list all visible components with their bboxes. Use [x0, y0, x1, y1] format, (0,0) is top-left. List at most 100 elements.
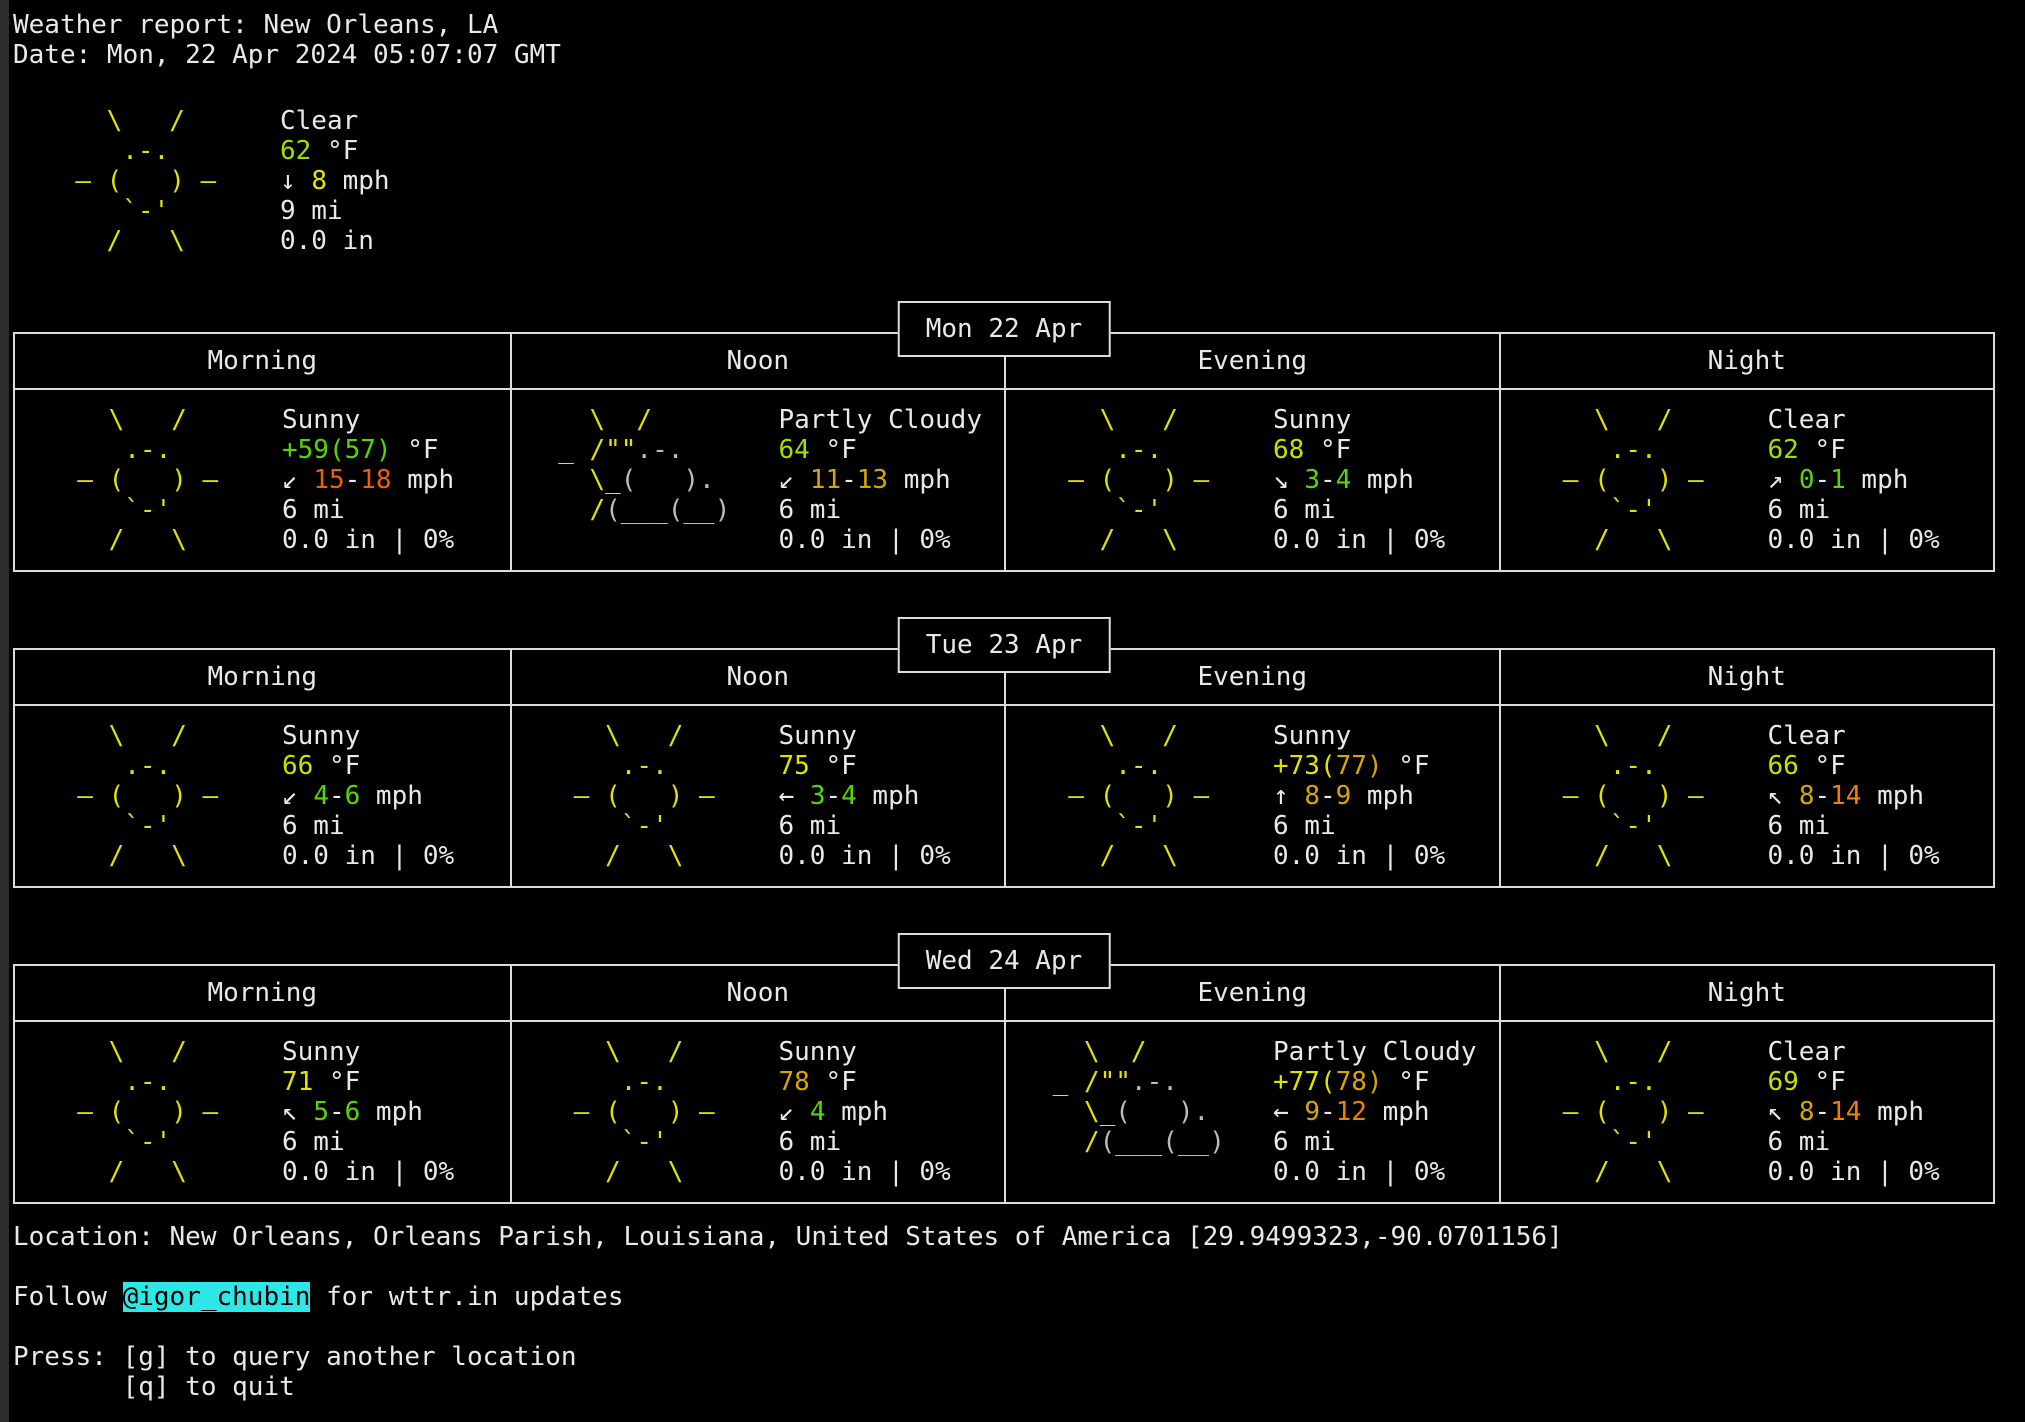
text-segment: / \ [1532, 841, 1673, 871]
tue-23-apr-night-line-0: Clear [1768, 721, 1940, 751]
text-segment: +73( [1273, 751, 1336, 781]
text-segment: ↙ [282, 781, 313, 811]
text-segment: °F [1799, 751, 1846, 781]
wed-24-apr-morning-line-3: 6 mi [282, 1127, 454, 1157]
text-segment: Partly Cloudy [779, 405, 983, 435]
text-segment: Sunny [282, 721, 360, 751]
text-segment: / \ [46, 1157, 187, 1187]
text-segment: 4 [841, 781, 857, 811]
text-segment: mph [888, 465, 951, 495]
text-segment: (___(__) [1100, 1127, 1225, 1157]
text-segment: ― ( ) ― [1037, 781, 1209, 811]
text-segment: .-. [543, 751, 668, 781]
text-segment: - [1320, 1097, 1336, 1127]
forecast-table: MorningNoonEveningNight \ / .-. ― ( ) ― … [13, 964, 1995, 1204]
text-segment: 1 [1830, 465, 1846, 495]
text-segment: ― ( ) ― [1532, 465, 1704, 495]
cell-readings: Clear62 °F↗ 0-1 mph6 mi0.0 in | 0% [1768, 405, 1940, 555]
day-table-mon-22-apr: Mon 22 AprMorningNoonEveningNight \ / .-… [13, 332, 1995, 572]
location-line: Location: New Orleans, Orleans Parish, L… [13, 1222, 1995, 1252]
text-segment: ← [779, 781, 810, 811]
column-header-morning: Morning [15, 334, 510, 388]
text-segment: 0.0 in | 0% [282, 841, 454, 871]
text-segment: 8 [311, 166, 327, 196]
text-segment: 6 mi [1273, 811, 1336, 841]
follow-suffix: for wttr.in updates [310, 1282, 623, 1312]
column-header-night: Night [1499, 650, 1994, 704]
column-header-morning: Morning [15, 966, 510, 1020]
text-segment: ― ( ) ― [543, 1097, 715, 1127]
wed-24-apr-morning-line-1: 71 °F [282, 1067, 454, 1097]
text-segment: `-' [44, 196, 169, 226]
text-segment: Clear [1768, 1037, 1846, 1067]
forecast-cell-evening: \ / .-. ― ( ) ― `-' / \ Sunny68 °F↘ 3-4 … [1004, 390, 1499, 570]
text-segment: .-. [46, 1067, 171, 1097]
weather-art-sunny: \ / .-. ― ( ) ― `-' / \ [15, 1037, 234, 1187]
cell-readings: Sunny68 °F↘ 3-4 mph6 mi0.0 in | 0% [1273, 405, 1445, 555]
text-segment: (___(__) [605, 495, 730, 525]
scrollbar-gutter[interactable] [0, 0, 9, 1422]
tue-23-apr-noon-line-4: 0.0 in | 0% [779, 841, 951, 871]
text-segment: 18 [360, 465, 391, 495]
tue-23-apr-evening-line-1: +73(77) °F [1273, 751, 1445, 781]
twitter-handle: @igor_chubin [123, 1282, 311, 1312]
text-segment: `-' [46, 1127, 171, 1157]
tue-23-apr-evening-line-0: Sunny [1273, 721, 1445, 751]
text-segment: 6 mi [779, 1127, 842, 1157]
text-segment: mph [825, 1097, 888, 1127]
text-segment: \ / [543, 405, 653, 435]
weather-art-sunny: \ / .-. ― ( ) ― `-' / \ [15, 405, 234, 555]
text-segment: 0.0 in | 0% [779, 1157, 951, 1187]
text-segment: mph [857, 781, 920, 811]
text-segment: - [329, 781, 345, 811]
text-segment: °F [1799, 1067, 1846, 1097]
text-segment: 64 [779, 435, 810, 465]
weather-art-sunny: \ / .-. ― ( ) ― `-' / \ [512, 721, 731, 871]
forecast-cell-noon: \ / .-. ― ( ) ― `-' / \ Sunny75 °F← 3-4 … [510, 706, 1005, 886]
forecast-cell-noon: \ / .-. ― ( ) ― `-' / \ Sunny78 °F↙ 4 mp… [510, 1022, 1005, 1202]
column-header-night: Night [1499, 334, 1994, 388]
text-segment: ↙ [779, 465, 810, 495]
table-body-row: \ / .-. ― ( ) ― `-' / \ Sunny71 °F↖ 5-6 … [15, 1022, 1993, 1202]
weather-art-sunny: \ / .-. ― ( ) ― `-' / \ [13, 106, 232, 256]
text-segment: 0.0 in | 0% [282, 1157, 454, 1187]
text-segment: .-. [46, 435, 171, 465]
wed-24-apr-evening-line-1: +77(78) °F [1273, 1067, 1477, 1097]
mon-22-apr-evening-line-1: 68 °F [1273, 435, 1445, 465]
date-box-wed-24-apr: Wed 24 Apr [898, 933, 1111, 989]
text-segment: 6 mi [1273, 1127, 1336, 1157]
mon-22-apr-evening-line-3: 6 mi [1273, 495, 1445, 525]
mon-22-apr-noon-line-0: Partly Cloudy [779, 405, 983, 435]
text-segment: Sunny [1273, 721, 1351, 751]
text-segment: 0.0 in | 0% [1273, 841, 1445, 871]
weather-art-sunny: \ / .-. ― ( ) ― `-' / \ [1501, 721, 1720, 871]
text-segment: ↖ [282, 1097, 313, 1127]
text-segment: mph [1846, 465, 1909, 495]
cell-readings: Partly Cloudy64 °F↙ 11-13 mph6 mi0.0 in … [779, 405, 983, 555]
mon-22-apr-noon-line-1: 64 °F [779, 435, 983, 465]
text-segment: / \ [1532, 525, 1673, 555]
text-segment: / \ [543, 841, 684, 871]
text-segment: .-. [1532, 751, 1657, 781]
text-segment: mph [1351, 465, 1414, 495]
wed-24-apr-morning-line-0: Sunny [282, 1037, 454, 1067]
text-segment: / [543, 495, 606, 525]
wed-24-apr-noon-line-3: 6 mi [779, 1127, 951, 1157]
wed-24-apr-night-line-2: ↖ 8-14 mph [1768, 1097, 1940, 1127]
text-segment: .-. [1037, 435, 1162, 465]
text-segment: 66 [1768, 751, 1799, 781]
table-body-row: \ / .-. ― ( ) ― `-' / \ Sunny+59(57) °F↙… [15, 390, 1993, 570]
forecast-cell-night: \ / .-. ― ( ) ― `-' / \ Clear69 °F↖ 8-14… [1499, 1022, 1994, 1202]
text-segment: mph [1861, 781, 1924, 811]
text-segment: °F [810, 435, 857, 465]
text-segment: 6 mi [282, 811, 345, 841]
current-line-0: Clear [280, 106, 390, 136]
text-segment: Sunny [779, 1037, 857, 1067]
text-segment: °F [1304, 435, 1351, 465]
text-segment: Clear [280, 106, 358, 136]
text-segment: 14 [1830, 1097, 1861, 1127]
text-segment: / \ [46, 841, 187, 871]
forecast-cell-morning: \ / .-. ― ( ) ― `-' / \ Sunny66 °F↙ 4-6 … [15, 706, 510, 886]
text-segment: mph [360, 781, 423, 811]
text-segment: .-. [636, 435, 683, 465]
